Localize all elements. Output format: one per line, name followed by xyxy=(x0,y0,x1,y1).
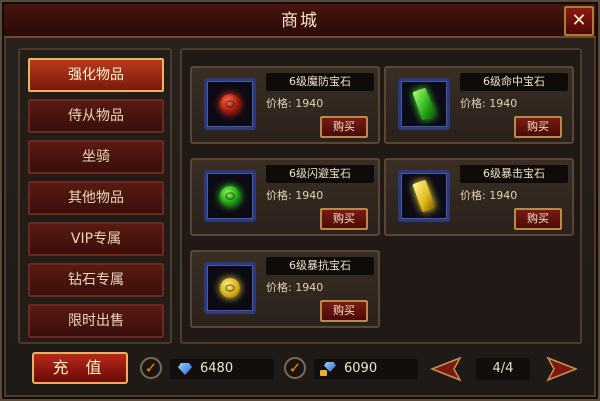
window-title-bar: 商城 xyxy=(4,4,596,38)
bound-diamond-balance: 6090 xyxy=(314,359,418,379)
item-card: 6级命中宝石 价格: 1940 购买 xyxy=(384,66,574,144)
category-sidebar: 强化物品 侍从物品 坐骑 其他物品 VIP专属 钻石专属 限时出售 xyxy=(18,48,172,344)
item-name: 6级暴抗宝石 xyxy=(266,257,374,275)
red-round-gem-icon xyxy=(220,94,240,114)
bound-diamond-amount: 6090 xyxy=(344,361,378,376)
prev-page-button[interactable] xyxy=(429,356,468,382)
item-name: 6级闪避宝石 xyxy=(266,165,374,183)
sidebar-item-vip[interactable]: VIP专属 xyxy=(28,222,164,256)
sidebar-item-diamond[interactable]: 钻石专属 xyxy=(28,263,164,297)
item-name: 6级魔防宝石 xyxy=(266,73,374,91)
sidebar-item-enhance[interactable]: 强化物品 xyxy=(28,58,164,92)
green-round-gem-icon xyxy=(220,186,240,206)
sidebar-item-limited[interactable]: 限时出售 xyxy=(28,304,164,338)
arrow-right-icon xyxy=(546,356,579,382)
window-title: 商城 xyxy=(281,11,319,31)
sidebar-item-mount[interactable]: 坐骑 xyxy=(28,140,164,174)
item-grid: 6级魔防宝石 价格: 1940 购买 6级命中宝石 价格: 1940 购买 6级… xyxy=(180,48,582,344)
item-icon-frame[interactable] xyxy=(204,170,256,222)
recharge-button[interactable]: 充 值 xyxy=(32,352,128,384)
item-name: 6级暴击宝石 xyxy=(460,165,568,183)
item-price: 价格: 1940 xyxy=(460,97,518,110)
buy-button[interactable]: 购买 xyxy=(514,208,562,230)
item-icon-frame[interactable] xyxy=(204,262,256,314)
bound-diamond-check-toggle[interactable]: ✓ xyxy=(284,357,306,379)
item-price: 价格: 1940 xyxy=(460,189,518,202)
item-price: 价格: 1940 xyxy=(266,281,324,294)
footer-bar: 充 值 ✓ 6480 ✓ 6090 4/4 xyxy=(4,348,596,394)
green-shard-gem-icon xyxy=(412,87,436,121)
diamond-check-toggle[interactable]: ✓ xyxy=(140,357,162,379)
diamond-amount: 6480 xyxy=(200,361,234,376)
close-icon: ✕ xyxy=(571,10,587,31)
diamond-balance: 6480 xyxy=(170,359,274,379)
bound-diamond-icon xyxy=(320,362,338,376)
item-icon-frame[interactable] xyxy=(398,170,450,222)
yellow-shard-gem-icon xyxy=(412,179,436,213)
item-price: 价格: 1940 xyxy=(266,189,324,202)
check-icon: ✓ xyxy=(144,359,158,377)
next-page-button[interactable] xyxy=(540,356,579,382)
diamond-icon xyxy=(176,362,194,376)
item-card: 6级闪避宝石 价格: 1940 购买 xyxy=(190,158,380,236)
sidebar-item-attendant[interactable]: 侍从物品 xyxy=(28,99,164,133)
page-indicator: 4/4 xyxy=(476,358,530,380)
yellow-round-gem-icon xyxy=(220,278,240,298)
buy-button[interactable]: 购买 xyxy=(514,116,562,138)
close-button[interactable]: ✕ xyxy=(564,6,594,36)
check-icon: ✓ xyxy=(288,359,302,377)
buy-button[interactable]: 购买 xyxy=(320,116,368,138)
sidebar-item-other[interactable]: 其他物品 xyxy=(28,181,164,215)
item-price: 价格: 1940 xyxy=(266,97,324,110)
buy-button[interactable]: 购买 xyxy=(320,300,368,322)
buy-button[interactable]: 购买 xyxy=(320,208,368,230)
item-icon-frame[interactable] xyxy=(398,78,450,130)
item-card: 6级暴抗宝石 价格: 1940 购买 xyxy=(190,250,380,328)
item-name: 6级命中宝石 xyxy=(460,73,568,91)
item-card: 6级魔防宝石 价格: 1940 购买 xyxy=(190,66,380,144)
item-card: 6级暴击宝石 价格: 1940 购买 xyxy=(384,158,574,236)
arrow-left-icon xyxy=(429,356,462,382)
item-icon-frame[interactable] xyxy=(204,78,256,130)
